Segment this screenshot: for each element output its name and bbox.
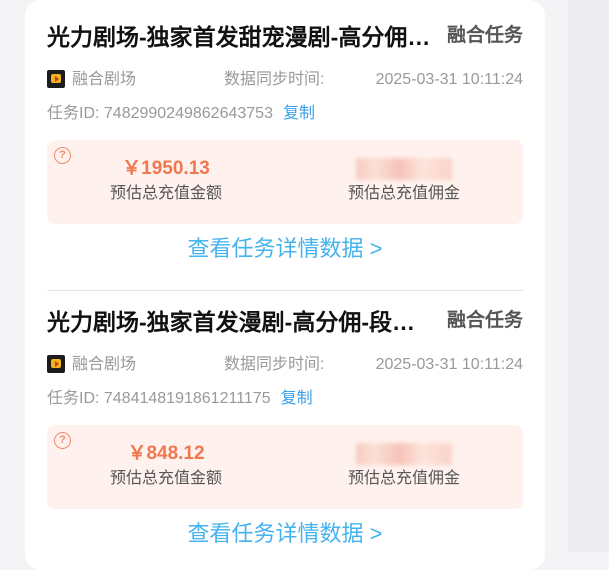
- task-title[interactable]: 光力剧场-独家首发甜宠漫剧-高分佣-段: [47, 22, 431, 52]
- recharge-amount-stat: ￥848.12 预估总充值金额: [47, 441, 285, 491]
- task-type-badge: 融合任务: [446, 310, 523, 331]
- estimate-stats-box: ? ￥1950.13 预估总充值金额 预估总充值佣金: [47, 140, 523, 224]
- task-id-row: 任务ID: 7484148191861211175 复制: [47, 387, 313, 411]
- commission-value-redacted: [285, 156, 523, 182]
- copy-id-button[interactable]: 复制: [283, 105, 315, 122]
- theater-app-icon: [47, 70, 65, 88]
- copy-id-button[interactable]: 复制: [281, 390, 313, 407]
- scrollbar-track[interactable]: [568, 0, 609, 552]
- commission-label: 预估总充值佣金: [347, 470, 460, 487]
- theater-app-icon: [47, 355, 65, 373]
- view-task-details-link[interactable]: 查看任务详情数据 >: [47, 519, 523, 549]
- task-id: 任务ID: 7484148191861211175: [47, 390, 271, 407]
- task-title[interactable]: 光力剧场-独家首发漫剧-高分佣-段位任务: [47, 307, 431, 337]
- task-meta-row: 融合剧场 数据同步时间: 2025-03-31 10:11:24: [47, 68, 523, 92]
- commission-value-redacted: [285, 441, 523, 467]
- sync-time-label: 数据同步时间:: [224, 356, 325, 373]
- app-name: 融合剧场: [72, 71, 137, 88]
- sync-time-value: 2025-03-31 10:11:24: [375, 356, 523, 373]
- app-name: 融合剧场: [72, 356, 137, 373]
- recharge-amount-value: ￥1950.13: [122, 158, 210, 179]
- commission-stat: 预估总充值佣金: [285, 156, 523, 206]
- task-id-row: 任务ID: 7482990249862643753 复制: [47, 102, 315, 126]
- estimate-stats-box: ? ￥848.12 预估总充值金额 预估总充值佣金: [47, 425, 523, 509]
- task-type-badge: 融合任务: [446, 25, 523, 46]
- commission-label: 预估总充值佣金: [347, 185, 460, 202]
- recharge-amount-stat: ￥1950.13 预估总充值金额: [47, 156, 285, 206]
- task-id: 任务ID: 7482990249862643753: [47, 105, 273, 122]
- task-list-card: 光力剧场-独家首发甜宠漫剧-高分佣-段 融合任务 融合剧场 数据同步时间: 20…: [25, 0, 545, 570]
- recharge-amount-label: 预估总充值金额: [109, 185, 222, 202]
- task-meta-row: 融合剧场 数据同步时间: 2025-03-31 10:11:24: [47, 353, 523, 377]
- commission-stat: 预估总充值佣金: [285, 441, 523, 491]
- task-divider: [47, 290, 523, 291]
- sync-time-value: 2025-03-31 10:11:24: [375, 71, 523, 88]
- view-task-details-link[interactable]: 查看任务详情数据 >: [47, 234, 523, 264]
- recharge-amount-value: ￥848.12: [127, 443, 205, 464]
- recharge-amount-label: 预估总充值金额: [109, 470, 222, 487]
- sync-time-label: 数据同步时间:: [224, 71, 325, 88]
